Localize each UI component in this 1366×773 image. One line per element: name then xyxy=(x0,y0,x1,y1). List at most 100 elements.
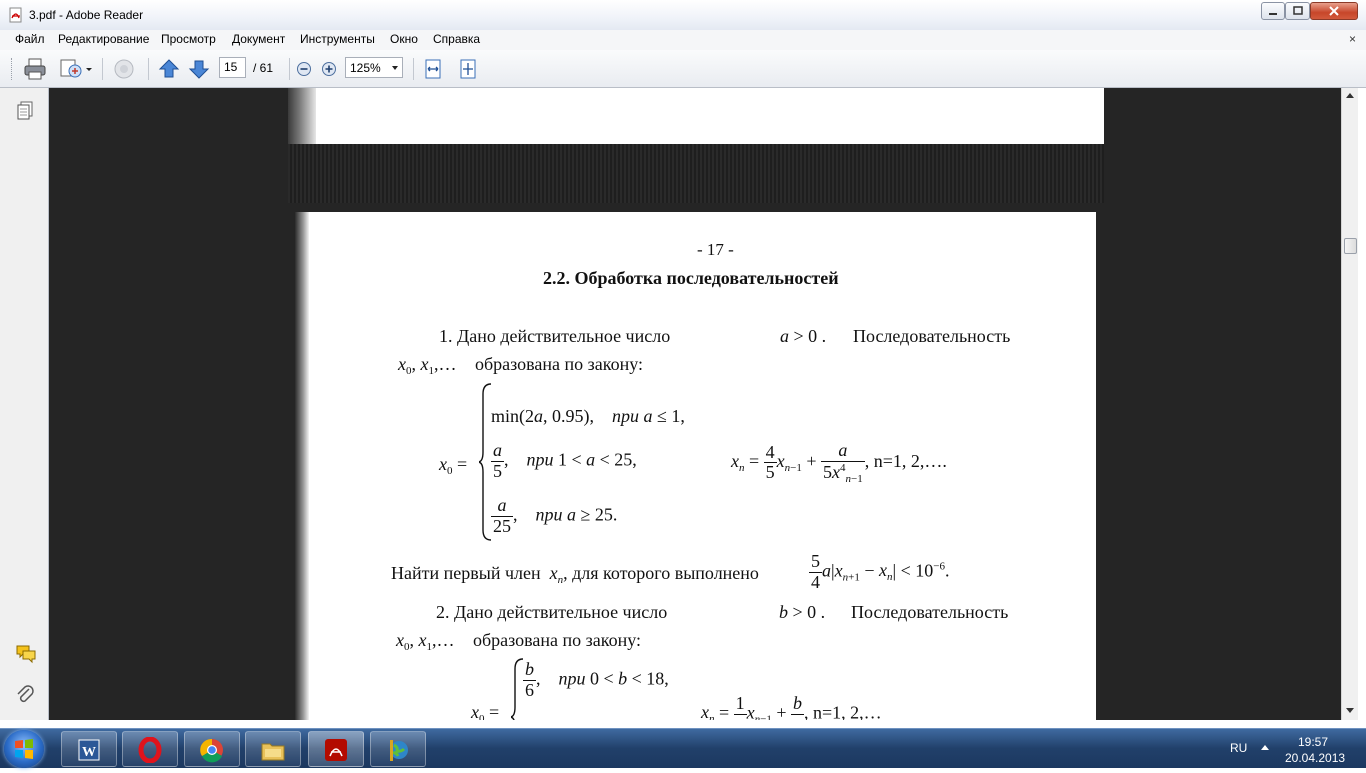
pdf-page: - 17 - 2.2. Обработка последовательносте… xyxy=(295,212,1096,720)
prev-page-icon xyxy=(158,59,180,78)
fit-width-button[interactable] xyxy=(421,56,445,82)
taskbar-word[interactable]: W xyxy=(61,731,117,767)
scan-edge-shadow xyxy=(295,212,309,720)
page-total: / 61 xyxy=(253,61,274,75)
close-document-button[interactable]: × xyxy=(1349,32,1356,46)
sequence-terms: x0, x1,… xyxy=(398,354,457,377)
chevron-down-icon[interactable] xyxy=(392,66,398,70)
toolbar-separator xyxy=(289,58,290,80)
taskbar-adobe-reader[interactable] xyxy=(308,731,364,767)
case-1: min(2a, 0.95), при a ≤ 1, xyxy=(491,406,685,426)
clock-date[interactable]: 20.04.2013 xyxy=(1285,751,1345,765)
problem-2-sequence-word: Последовательность xyxy=(851,602,1009,622)
restore-button[interactable] xyxy=(1285,2,1310,20)
start-button[interactable] xyxy=(4,730,44,768)
minimize-button[interactable] xyxy=(1261,2,1285,20)
zoom-value: 125% xyxy=(350,61,381,75)
menu-tools[interactable]: Инструменты xyxy=(300,32,375,46)
stop-condition: 5 4 a|xn+1 − xn| < 10−6. xyxy=(809,551,950,592)
scan-edge-shadow xyxy=(288,88,316,144)
app-globe-icon xyxy=(390,740,408,761)
toolbar-grip[interactable] xyxy=(11,58,14,80)
problem-1-sequence-word: Последовательность xyxy=(853,326,1011,346)
toolbar-separator xyxy=(102,58,103,80)
pages-icon[interactable] xyxy=(15,100,35,122)
menu-help[interactable]: Справка xyxy=(433,32,480,46)
recurrence-1: xn = 4 5 xn−1 + a 5x4n−1, n=1, 2,…. xyxy=(731,440,947,485)
toolbar-separator xyxy=(413,58,414,80)
adobe-reader-icon xyxy=(325,739,347,761)
menu-document[interactable]: Документ xyxy=(232,32,285,46)
taskbar-opera[interactable] xyxy=(122,731,178,767)
zoom-in-icon xyxy=(322,62,336,76)
sequence-terms-2: x0, x1,… xyxy=(396,630,455,653)
toolbar xyxy=(0,50,1366,88)
print-button[interactable] xyxy=(22,56,48,82)
clock-time[interactable]: 19:57 xyxy=(1298,735,1328,749)
zoom-out-icon xyxy=(297,62,311,76)
restore-icon xyxy=(1292,6,1303,15)
word-icon: W xyxy=(78,739,100,761)
attachment-icon[interactable] xyxy=(15,684,35,706)
condition-b: b > 0 . xyxy=(779,602,826,622)
share-button[interactable] xyxy=(58,56,94,82)
problem-1-law-text: образована по закону: xyxy=(475,354,643,374)
minimize-icon xyxy=(1269,13,1277,15)
explorer-icon xyxy=(261,743,285,761)
share-icon xyxy=(60,59,92,78)
language-indicator[interactable]: RU xyxy=(1230,741,1247,755)
x0-label-2: x0 = xyxy=(471,702,500,720)
taskbar-chrome[interactable] xyxy=(184,731,240,767)
menu-file[interactable]: Файл xyxy=(15,32,45,46)
prev-page-button[interactable] xyxy=(157,56,181,82)
show-hidden-icons-icon[interactable] xyxy=(1261,745,1269,750)
disabled-tool-icon xyxy=(114,59,134,79)
menu-bar: Файл Редактирование Просмотр Документ Ин… xyxy=(0,30,1366,50)
print-icon xyxy=(24,58,46,80)
fit-width-icon xyxy=(425,59,441,79)
menu-edit[interactable]: Редактирование xyxy=(58,32,149,46)
scan-bottom-shadow xyxy=(288,144,1104,203)
page-number-input[interactable]: 15 xyxy=(219,57,246,78)
taskbar-globe-app[interactable] xyxy=(370,731,426,767)
opera-icon xyxy=(138,737,162,763)
toolbar-separator xyxy=(148,58,149,80)
zoom-select[interactable]: 125% xyxy=(345,57,403,78)
document-viewer[interactable]: - 17 - 2.2. Обработка последовательносте… xyxy=(49,88,1341,720)
zoom-in-button[interactable] xyxy=(320,56,338,82)
case-2: a5, при 1 < a < 25, xyxy=(491,440,637,481)
svg-text:W: W xyxy=(82,745,96,760)
zoom-out-button[interactable] xyxy=(295,56,313,82)
vertical-scrollbar[interactable] xyxy=(1341,88,1358,720)
disabled-tool-button[interactable] xyxy=(110,56,138,82)
navigation-panel xyxy=(0,88,49,720)
case-3: a 25, при a ≥ 25. xyxy=(491,495,618,536)
previous-page-bottom xyxy=(288,88,1104,203)
problem-1-text: 1. Дано действительное число xyxy=(439,326,671,346)
adobe-reader-window: 3.pdf - Adobe Reader Файл Редактирование… xyxy=(0,0,1366,728)
comments-icon[interactable] xyxy=(15,644,37,664)
section-heading: 2.2. Обработка последовательностей xyxy=(543,268,839,288)
scroll-down-icon[interactable] xyxy=(1346,708,1354,713)
next-page-icon xyxy=(188,60,210,79)
pdf-file-icon xyxy=(9,7,22,23)
scrollbar-thumb[interactable] xyxy=(1344,238,1357,254)
page-number-label: - 17 - xyxy=(697,240,734,259)
taskbar-explorer[interactable] xyxy=(245,731,301,767)
taskbar: W RU 19:57 20.04.2013 xyxy=(0,728,1366,768)
fit-page-icon xyxy=(460,59,476,79)
title-bar[interactable]: 3.pdf - Adobe Reader xyxy=(0,0,1366,30)
menu-window[interactable]: Окно xyxy=(390,32,418,46)
windows-logo-icon xyxy=(15,739,33,759)
recurrence-2: xn = 1 xn−1 + b , n=1, 2,… xyxy=(701,693,882,720)
fit-page-button[interactable] xyxy=(456,56,480,82)
close-window-button[interactable] xyxy=(1310,2,1358,20)
problem-2-text: 2. Дано действительное число xyxy=(436,602,668,622)
chrome-icon xyxy=(200,738,223,763)
find-condition-text: Найти первый член xn, для которого выпол… xyxy=(391,563,759,586)
scroll-up-icon[interactable] xyxy=(1346,93,1354,98)
menu-view[interactable]: Просмотр xyxy=(161,32,216,46)
condition-a: a > 0 . xyxy=(780,326,827,346)
case-2-1: b6, при 0 < b < 18, xyxy=(523,659,669,700)
next-page-button[interactable] xyxy=(187,56,211,82)
